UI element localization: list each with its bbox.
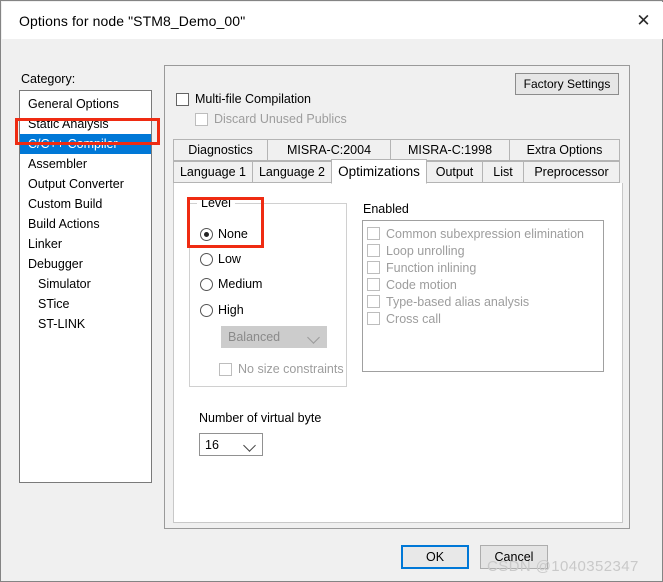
sidebar-item-c-c-compiler[interactable]: C/C++ Compiler [20, 134, 151, 154]
sidebar-item-build-actions[interactable]: Build Actions [20, 214, 151, 234]
enabled-option-label: Type-based alias analysis [386, 294, 530, 309]
enabled-option-label: Code motion [386, 277, 457, 292]
checkbox-glyph [367, 227, 380, 240]
enabled-option-row: Code motion [367, 276, 603, 293]
enabled-option-row: Cross call [367, 310, 603, 327]
factory-settings-button[interactable]: Factory Settings [515, 73, 619, 95]
checkbox-glyph [367, 295, 380, 308]
level-radio-low[interactable]: Low [200, 252, 241, 266]
sidebar-item-st-link[interactable]: ST-LINK [20, 314, 151, 334]
radio-glyph [200, 252, 213, 266]
sidebar-item-debugger[interactable]: Debugger [20, 254, 151, 274]
discard-unused-publics-checkbox: Discard Unused Publics [195, 112, 347, 126]
level-radio-high-label: High [218, 303, 244, 317]
enabled-group-label: Enabled [363, 202, 409, 216]
chevron-down-icon [307, 331, 320, 344]
sidebar-item-output-converter[interactable]: Output Converter [20, 174, 151, 194]
level-radio-none-label: None [218, 227, 248, 241]
multi-file-compilation-checkbox[interactable]: Multi-file Compilation [176, 92, 311, 106]
watermark-text: CSDN @1040352347 [487, 558, 639, 575]
tab-optimizations[interactable]: Optimizations [331, 159, 427, 184]
tab-misra-c-2004[interactable]: MISRA-C:2004 [267, 139, 391, 161]
optimization-strategy-value: Balanced [228, 330, 281, 344]
options-dialog: Options for node "STM8_Demo_00" ✕ Catego… [0, 0, 663, 582]
category-label: Category: [21, 72, 76, 86]
title-bar: Options for node "STM8_Demo_00" ✕ [2, 2, 663, 39]
level-radio-high[interactable]: High [200, 303, 244, 317]
tab-extra-options[interactable]: Extra Options [509, 139, 620, 161]
discard-unused-publics-label: Discard Unused Publics [214, 112, 347, 126]
enabled-option-label: Loop unrolling [386, 243, 465, 258]
enabled-optimizations-list: Common subexpression elimination Loop unr… [362, 220, 604, 372]
checkbox-glyph [176, 92, 189, 106]
ok-button[interactable]: OK [401, 545, 469, 569]
virtual-bytes-value: 16 [205, 437, 219, 452]
sidebar-item-linker[interactable]: Linker [20, 234, 151, 254]
no-size-constraints-checkbox: No size constraints [219, 362, 345, 376]
tab-list[interactable]: List [482, 161, 524, 183]
multi-file-compilation-label: Multi-file Compilation [195, 92, 312, 106]
category-listbox[interactable]: General Options Static Analysis C/C++ Comp… [19, 90, 152, 483]
checkbox-glyph [367, 244, 380, 257]
tab-diagnostics[interactable]: Diagnostics [173, 139, 268, 161]
checkbox-glyph [367, 312, 380, 325]
level-group-legend: Level [197, 196, 235, 210]
enabled-option-label: Cross call [386, 311, 441, 326]
enabled-option-label: Common subexpression elimination [386, 226, 585, 241]
tab-output[interactable]: Output [426, 161, 483, 183]
sidebar-item-assembler[interactable]: Assembler [20, 154, 151, 174]
checkbox-glyph [195, 112, 208, 126]
sidebar-item-general-options[interactable]: General Options [20, 94, 151, 114]
radio-glyph [200, 227, 213, 241]
level-radio-medium[interactable]: Medium [200, 277, 262, 291]
checkbox-glyph [367, 278, 380, 291]
enabled-option-label: Function inlining [386, 260, 477, 275]
virtual-bytes-label: Number of virtual byte [199, 411, 322, 425]
checkbox-glyph [219, 362, 232, 376]
tab-language-2[interactable]: Language 2 [252, 161, 332, 183]
sidebar-item-static-analysis[interactable]: Static Analysis [20, 114, 151, 134]
sidebar-item-simulator[interactable]: Simulator [20, 274, 151, 294]
tab-strip: Diagnostics MISRA-C:2004 MISRA-C:1998 Extra… [173, 139, 623, 184]
sidebar-item-stice[interactable]: STice [20, 294, 151, 314]
checkbox-glyph [367, 261, 380, 274]
level-radio-none[interactable]: None [200, 227, 248, 241]
no-size-constraints-label: No size constraints [238, 362, 344, 376]
close-icon[interactable]: ✕ [622, 2, 663, 39]
enabled-option-row: Function inlining [367, 259, 603, 276]
optimization-strategy-combo: Balanced [221, 326, 327, 348]
tab-preprocessor[interactable]: Preprocessor [523, 161, 620, 183]
level-radio-medium-label: Medium [218, 277, 263, 291]
dialog-title: Options for node "STM8_Demo_00" [19, 13, 246, 29]
radio-glyph [200, 277, 213, 291]
enabled-option-row: Type-based alias analysis [367, 293, 603, 310]
tab-misra-c-1998[interactable]: MISRA-C:1998 [390, 139, 510, 161]
category-list: General Options Static Analysis C/C++ Comp… [20, 91, 151, 334]
radio-glyph [200, 303, 213, 317]
level-radio-low-label: Low [218, 252, 241, 266]
enabled-option-row: Common subexpression elimination [367, 225, 603, 242]
enabled-option-row: Loop unrolling [367, 242, 603, 259]
virtual-bytes-combo[interactable]: 16 [199, 433, 263, 456]
sidebar-item-custom-build[interactable]: Custom Build [20, 194, 151, 214]
chevron-down-icon [243, 439, 256, 452]
tab-language-1[interactable]: Language 1 [173, 161, 253, 183]
